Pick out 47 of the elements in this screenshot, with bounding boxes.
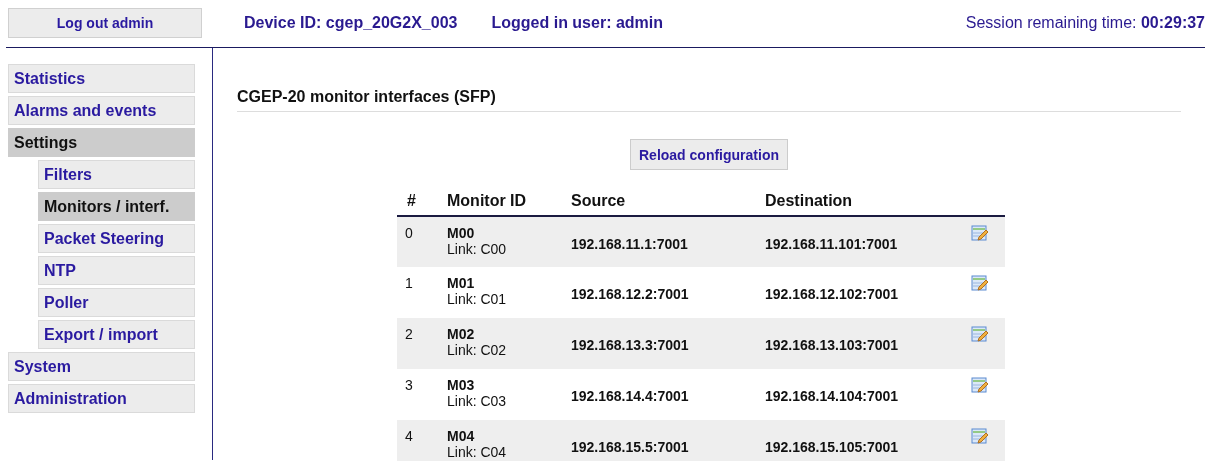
table-cell: 192.168.13.103:7001 bbox=[765, 337, 899, 353]
table-cell: 192.168.12.2:7001 bbox=[571, 286, 689, 302]
device-id: Device ID: cgep_20G2X_003 bbox=[244, 14, 458, 32]
table-cell: 192.168.11.101:7001 bbox=[765, 235, 898, 252]
table-cell-text: M03 bbox=[447, 377, 476, 393]
table-cell: 192.168.12.102:7001 bbox=[765, 286, 899, 302]
table-cell: 192.168.14.104:7001 bbox=[765, 388, 899, 404]
sidebar-subitem[interactable]: Export / import bbox=[38, 320, 195, 349]
sidebar-item[interactable]: System bbox=[8, 352, 195, 381]
sidebar-item[interactable]: Alarms and events bbox=[8, 96, 195, 125]
sidebar-item[interactable]: Administration bbox=[8, 384, 195, 413]
table-cell-text: Link: C04 bbox=[447, 444, 508, 460]
sidebar-item[interactable]: Statistics bbox=[8, 64, 195, 93]
table-cell-text: Link: C03 bbox=[447, 393, 508, 409]
edit-icon[interactable] bbox=[971, 275, 989, 293]
edit-icon[interactable] bbox=[971, 225, 989, 243]
table-cell: 192.168.13.3:7001 bbox=[571, 337, 689, 353]
sidebar-subitem[interactable]: Monitors / interf. bbox=[38, 192, 195, 221]
sidebar-subitem[interactable]: NTP bbox=[38, 256, 195, 285]
table-cell: 4 bbox=[405, 428, 413, 444]
table-cell-text: M04 bbox=[447, 428, 476, 444]
sidebar-subitem[interactable]: Poller bbox=[38, 288, 195, 317]
table-cell: 192.168.15.105:7001 bbox=[765, 439, 899, 455]
table-cell: 2 bbox=[405, 326, 413, 342]
table-cell-text: Link: C01 bbox=[447, 291, 508, 307]
table-cell-text: M02 bbox=[447, 326, 476, 342]
sidebar-subitem[interactable]: Packet Steering bbox=[38, 224, 195, 253]
table-cell-text: Link: C02 bbox=[447, 342, 508, 358]
logged-in-user: Logged in user: admin bbox=[491, 14, 664, 32]
edit-icon[interactable] bbox=[971, 428, 989, 446]
table-cell: 1 bbox=[405, 275, 413, 291]
session-time: Session remaining time: 00:29:37 bbox=[965, 14, 1205, 32]
table-cell-text: Link: C00 bbox=[447, 241, 508, 257]
edit-icon[interactable] bbox=[971, 326, 989, 344]
table-cell: 192.168.11.1:7001 bbox=[571, 235, 688, 252]
table-cell: 192.168.15.5:7001 bbox=[571, 439, 689, 455]
edit-icon[interactable] bbox=[971, 377, 989, 395]
logout-button[interactable]: Log out admin bbox=[8, 8, 202, 38]
table-cell: 3 bbox=[405, 377, 413, 393]
sidebar-item[interactable]: Settings bbox=[8, 128, 195, 157]
reload-button[interactable]: Reload configuration bbox=[630, 139, 788, 170]
table-cell: 0 bbox=[405, 225, 413, 241]
table-cell-text: M01 bbox=[447, 275, 476, 291]
section-title: CGEP-20 monitor interfaces (SFP) bbox=[237, 88, 1181, 112]
table-cell: 192.168.14.4:7001 bbox=[571, 388, 689, 404]
table-cell-text: M00 bbox=[447, 225, 476, 241]
sidebar-subitem[interactable]: Filters bbox=[38, 160, 195, 189]
